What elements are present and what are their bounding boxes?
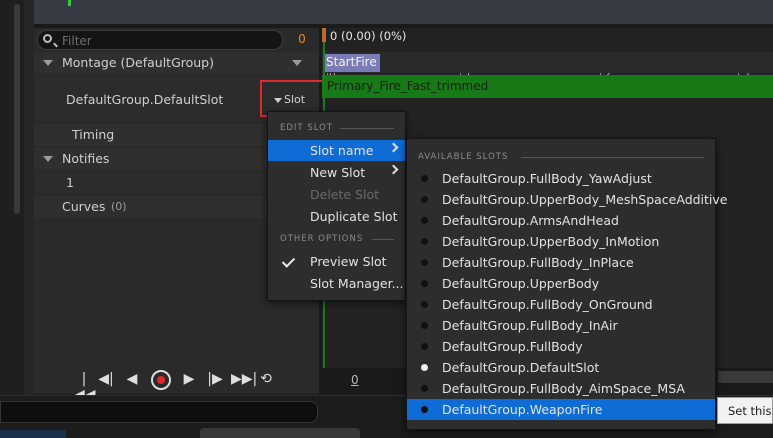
montage-label: Montage (DefaultGroup) (62, 55, 214, 70)
left-panel-edge (24, 0, 34, 395)
montage-track-row[interactable]: Montage (DefaultGroup) (34, 52, 319, 74)
bullet-icon (421, 385, 428, 392)
bottom-indicator (0, 430, 66, 438)
menu-item-delete-slot: Delete Slot (310, 187, 380, 202)
console-input[interactable] (0, 401, 318, 423)
slot-name-label: DefaultGroup.DefaultSlot (66, 92, 224, 107)
step-forward-icon[interactable]: |▶ (207, 371, 223, 387)
section-lane[interactable] (322, 52, 773, 73)
divider (372, 239, 394, 240)
menu-item-slot-name[interactable]: Slot name (268, 140, 405, 161)
loop-icon[interactable]: ⟲ (257, 371, 275, 387)
tooltip: Set this s (717, 397, 773, 424)
bullet-icon (421, 322, 428, 329)
bullet-icon (421, 280, 428, 287)
dropdown-arrow-icon[interactable] (292, 60, 302, 66)
notify-track-label: 1 (66, 175, 74, 190)
search-icon (43, 34, 52, 43)
slot-option-current[interactable]: DefaultGroup.DefaultSlot (407, 357, 715, 378)
filter-input[interactable] (60, 32, 274, 50)
slot-option[interactable]: DefaultGroup.FullBody_AimSpace_MSA (407, 378, 715, 399)
chevron-right-icon (388, 164, 399, 175)
collapse-arrow-icon[interactable] (43, 60, 53, 66)
current-bullet-icon (421, 364, 428, 371)
play-reverse-icon[interactable]: ◀ (124, 371, 140, 387)
edit-slot-header: EDIT SLOT (280, 123, 334, 133)
slot-option[interactable]: DefaultGroup.FullBody_InPlace (407, 252, 715, 273)
notifies-label: Notifies (62, 151, 110, 166)
left-scrollbar[interactable] (14, 4, 20, 214)
play-icon[interactable]: ▶ (181, 371, 197, 387)
frame-counter: 0 (351, 373, 359, 387)
bullet-icon (421, 259, 428, 266)
other-options-header: OTHER OPTIONS (280, 234, 364, 244)
slot-option[interactable]: DefaultGroup.ArmsAndHead (407, 210, 715, 231)
timeline-scrollbar[interactable] (718, 371, 773, 383)
timing-label: Timing (72, 127, 115, 142)
divider (521, 157, 704, 158)
chevron-right-icon (388, 142, 399, 153)
menu-item-slot-manager[interactable]: Slot Manager... (268, 273, 405, 294)
left-strip (0, 0, 24, 395)
bullet-icon (421, 238, 428, 245)
clip-label: Primary_Fire_Fast_trimmed (327, 79, 489, 93)
checkmark-icon (281, 254, 296, 268)
slot-option[interactable]: DefaultGroup.FullBody_OnGround (407, 294, 715, 315)
slot-option[interactable]: DefaultGroup.UpperBody_MeshSpaceAdditive (407, 189, 728, 210)
bullet-icon (421, 217, 428, 224)
skip-end-icon[interactable]: ▶▶| (231, 371, 257, 387)
collapse-arrow-icon[interactable] (43, 156, 53, 162)
bullet-icon (421, 301, 428, 308)
bullet-icon (421, 406, 428, 413)
slot-option[interactable]: DefaultGroup.UpperBody_InMotion (407, 231, 715, 252)
bullet-icon (421, 196, 428, 203)
curves-count: (0) (111, 200, 127, 213)
menu-item-preview-slot[interactable]: Preview Slot (268, 251, 405, 272)
available-slots-header: AVAILABLE SLOTS (418, 152, 509, 162)
slot-option[interactable]: DefaultGroup.FullBody_InAir (407, 315, 715, 336)
bullet-icon (421, 343, 428, 350)
bullet-icon (421, 175, 428, 182)
slot-option[interactable]: DefaultGroup.FullBody (407, 336, 715, 357)
filter-box[interactable] (37, 30, 283, 50)
divider (340, 128, 394, 129)
menu-item-duplicate-slot[interactable]: Duplicate Slot (268, 206, 405, 227)
section-chip[interactable]: StartFire (323, 54, 380, 72)
slot-option-selected[interactable]: DefaultGroup.WeaponFire (407, 399, 715, 420)
record-icon[interactable] (151, 370, 171, 390)
viewport-axis-mark (68, 0, 71, 6)
viewport-strip (34, 0, 773, 24)
slot-option[interactable]: DefaultGroup.UpperBody (407, 273, 715, 294)
skip-start-icon[interactable]: |◀◀ (74, 371, 96, 403)
slot-option[interactable]: DefaultGroup.FullBody_YawAdjust (407, 168, 715, 189)
playhead-handle[interactable] (322, 28, 326, 42)
menu-item-new-slot[interactable]: New Slot (268, 162, 405, 183)
step-back-icon[interactable]: ◀| (98, 371, 114, 387)
curves-label: Curves (62, 199, 106, 214)
filter-count: 0 (298, 32, 306, 46)
bottom-tab[interactable] (200, 428, 360, 438)
timeline-position-readout: 0 (0.00) (0%) (330, 29, 407, 43)
